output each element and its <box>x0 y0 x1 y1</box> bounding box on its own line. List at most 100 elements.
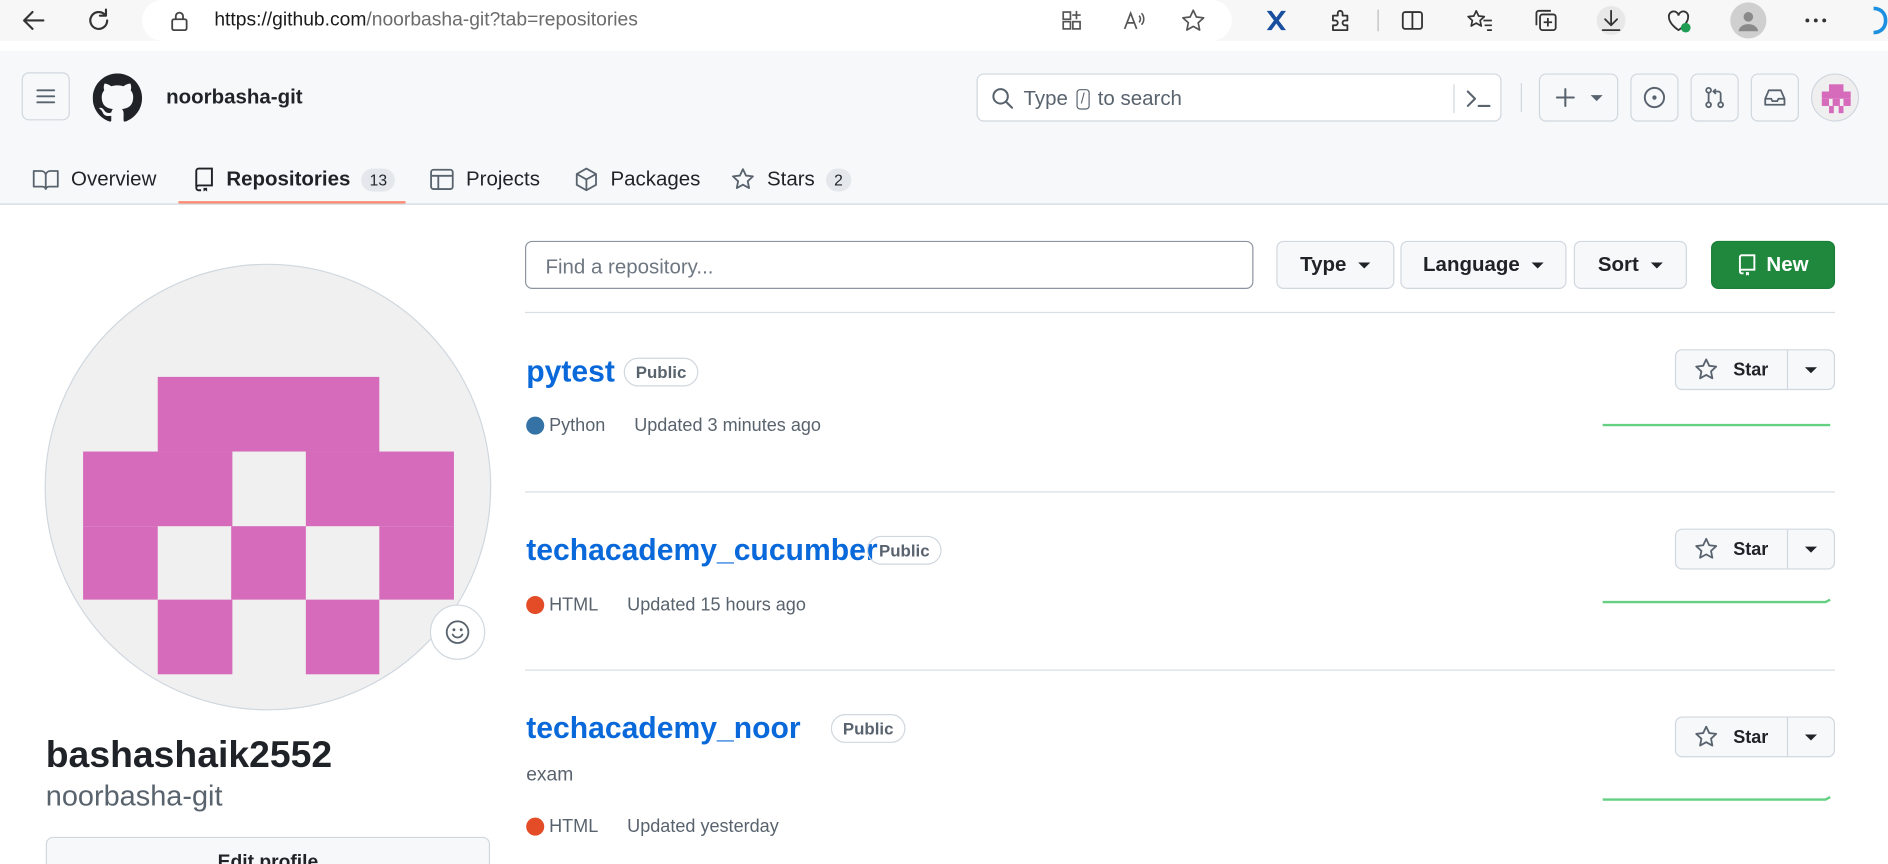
search-placeholder: Type / to search <box>1023 86 1182 110</box>
browser-essentials-icon[interactable] <box>1664 6 1693 35</box>
star-button-group: Star <box>1674 716 1836 758</box>
chevron-down-icon <box>1358 261 1371 268</box>
lock-icon[interactable] <box>169 10 191 38</box>
downloads-icon[interactable] <box>1596 6 1626 35</box>
address-bar[interactable]: https://github.com/noorbasha-git?tab=rep… <box>142 0 1232 41</box>
tab-repositories[interactable]: Repositories 13 <box>193 155 396 203</box>
extension-x-icon[interactable] <box>1261 6 1290 35</box>
star-button-group: Star <box>1674 528 1836 570</box>
repo-list-item: techacademy_cucumber Public HTML Updated… <box>525 528 1836 653</box>
visibility-badge: Public <box>830 714 906 743</box>
star-label: Star <box>1733 538 1769 560</box>
split-screen-icon[interactable] <box>1398 6 1427 35</box>
repo-icon <box>195 167 213 192</box>
repo-meta: HTML Updated 15 hours ago <box>526 595 806 615</box>
star-icon <box>1695 537 1718 559</box>
language-color-dot <box>526 817 545 836</box>
search-icon <box>991 87 1014 116</box>
sort-filter-button[interactable]: Sort <box>1573 240 1687 289</box>
copilot-icon[interactable] <box>1862 6 1888 35</box>
tab-stars[interactable]: Stars 2 <box>731 155 852 203</box>
refresh-icon[interactable] <box>84 6 113 35</box>
tab-projects[interactable]: Projects <box>430 155 540 203</box>
more-options-icon[interactable] <box>1801 6 1830 35</box>
repo-name-link[interactable]: pytest <box>526 355 615 390</box>
new-repository-label: New <box>1766 252 1809 276</box>
favorites-icon[interactable] <box>1465 6 1494 35</box>
new-repository-button[interactable]: New <box>1711 240 1836 289</box>
list-divider <box>524 311 1836 314</box>
book-icon <box>32 170 59 190</box>
star-list-dropdown[interactable] <box>1788 530 1834 569</box>
url-text: https://github.com/noorbasha-git?tab=rep… <box>214 9 638 31</box>
command-palette-icon[interactable] <box>1465 87 1491 117</box>
find-repository-input[interactable]: Find a repository... <box>524 240 1254 289</box>
github-header: noorbasha-git Type / to search Overview … <box>0 50 1888 205</box>
collections-icon[interactable] <box>1532 6 1561 35</box>
pull-requests-button[interactable] <box>1690 73 1739 122</box>
chevron-down-icon <box>1590 94 1603 101</box>
search-input[interactable]: Type / to search <box>976 73 1502 122</box>
hamburger-icon <box>36 89 56 104</box>
app-available-icon[interactable] <box>1061 8 1085 38</box>
language-filter-label: Language <box>1423 252 1520 276</box>
repo-updated: Updated 3 minutes ago <box>634 415 821 436</box>
stars-count-badge: 2 <box>825 167 852 191</box>
tab-packages[interactable]: Packages <box>574 155 700 203</box>
tab-overview[interactable]: Overview <box>32 155 157 203</box>
header-username[interactable]: noorbasha-git <box>166 85 302 109</box>
repo-name-link[interactable]: techacademy_noor <box>526 712 800 747</box>
tab-projects-label: Projects <box>465 167 540 191</box>
star-label: Star <box>1733 726 1769 748</box>
star-list-dropdown[interactable] <box>1788 718 1834 757</box>
repo-list-item: pytest Public Python Updated 3 minutes a… <box>525 349 1836 475</box>
back-icon[interactable] <box>19 6 48 35</box>
visibility-badge: Public <box>623 357 699 387</box>
chevron-down-icon <box>1531 261 1544 268</box>
sort-filter-label: Sort <box>1597 252 1639 276</box>
visibility-badge: Public <box>866 535 942 565</box>
activity-sparkline <box>1602 598 1831 604</box>
browser-profile-icon[interactable] <box>1730 2 1767 39</box>
star-icon <box>1695 358 1718 380</box>
language-color-dot <box>526 596 545 615</box>
star-label: Star <box>1733 359 1769 380</box>
repo-meta: HTML Updated yesterday <box>526 816 779 837</box>
browser-toolbar: https://github.com/noorbasha-git?tab=rep… <box>0 0 1888 41</box>
issues-button[interactable] <box>1630 73 1679 122</box>
identicon-icon <box>1821 84 1851 114</box>
repo-updated: Updated 15 hours ago <box>627 594 806 616</box>
list-divider <box>524 491 1836 493</box>
extensions-icon[interactable] <box>1326 6 1355 35</box>
repo-list-item: techacademy_noor Public exam HTML Update… <box>525 712 1836 844</box>
create-new-button[interactable] <box>1538 73 1619 122</box>
active-tab-indicator <box>178 201 406 204</box>
repositories-count-badge: 13 <box>361 167 396 191</box>
tab-repositories-label: Repositories <box>226 167 351 191</box>
activity-sparkline <box>1602 796 1831 801</box>
profile-avatar[interactable] <box>44 263 492 711</box>
star-list-dropdown[interactable] <box>1788 350 1834 389</box>
issue-opened-icon <box>1643 86 1666 109</box>
star-button[interactable]: Star <box>1676 529 1789 569</box>
star-button[interactable]: Star <box>1676 717 1789 757</box>
user-avatar[interactable] <box>1810 73 1860 122</box>
edit-profile-button[interactable]: Edit profile <box>45 836 491 864</box>
github-logo-icon[interactable] <box>92 73 143 122</box>
repo-name-link[interactable]: techacademy_cucumber <box>526 533 877 568</box>
type-filter-button[interactable]: Type <box>1276 240 1395 289</box>
star-button-group: Star <box>1674 349 1836 391</box>
read-aloud-icon[interactable] <box>1122 8 1146 38</box>
chevron-down-icon <box>1804 733 1817 740</box>
inbox-button[interactable] <box>1750 73 1799 122</box>
set-status-button[interactable] <box>429 604 486 660</box>
favorite-star-icon[interactable] <box>1180 7 1206 40</box>
star-button[interactable]: Star <box>1676 350 1789 389</box>
profile-display-name: bashashaik2552 <box>45 733 333 776</box>
package-icon <box>575 167 597 192</box>
menu-button[interactable] <box>21 72 70 121</box>
activity-sparkline <box>1602 423 1831 427</box>
language-filter-button[interactable]: Language <box>1400 240 1567 289</box>
repo-language: HTML <box>549 594 599 616</box>
repo-description: exam <box>526 764 574 786</box>
